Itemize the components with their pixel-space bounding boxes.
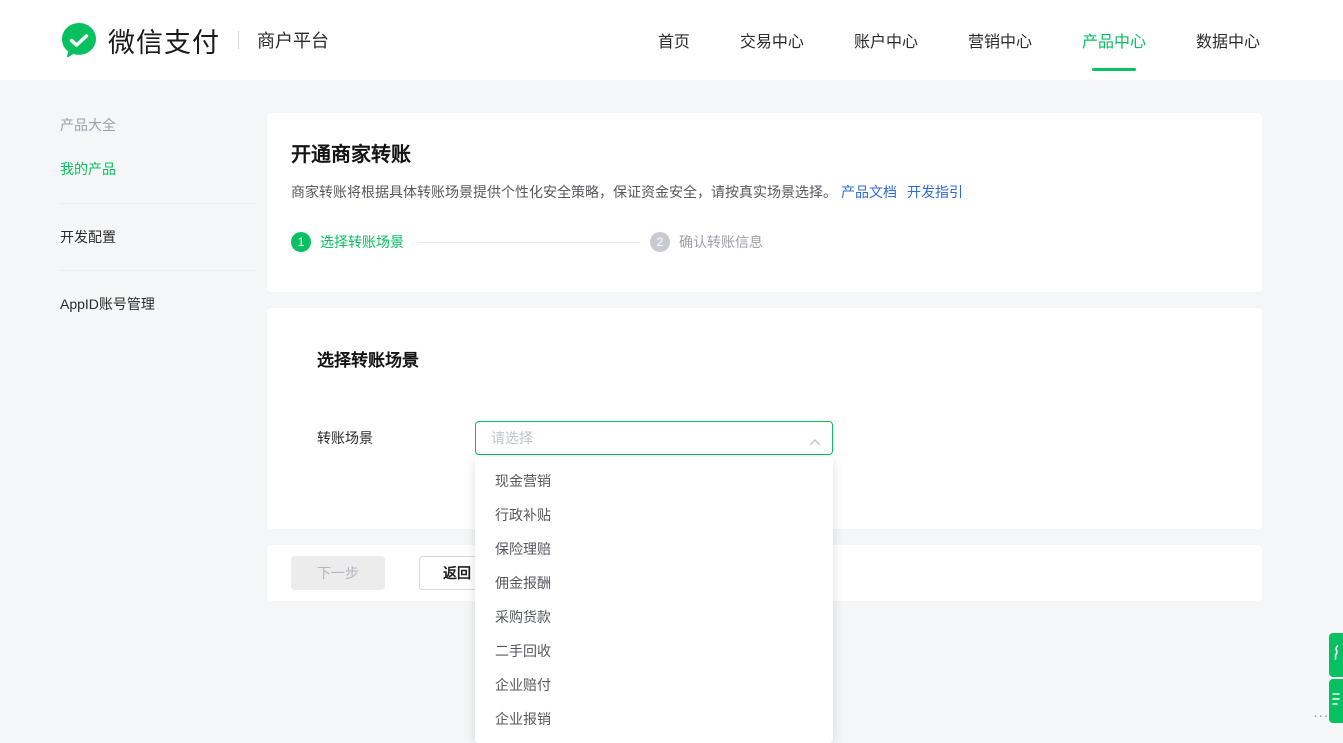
nav-item-data-center[interactable]: 数据中心 <box>1196 0 1260 80</box>
side-widget-top[interactable] <box>1329 633 1343 677</box>
transfer-scene-dropdown: 现金营销 行政补贴 保险理赔 佣金报酬 采购货款 二手回收 企业赔付 企业报销 <box>475 457 833 743</box>
intro-card: 开通商家转账 商家转账将根据具体转账场景提供个性化安全策略，保证资金安全，请按真… <box>267 113 1262 292</box>
nav-item-label: 交易中心 <box>740 28 804 52</box>
intro-description-text: 商家转账将根据具体转账场景提供个性化安全策略，保证资金安全，请按真实场景选择。 <box>291 184 837 200</box>
sidebar: 产品大全 我的产品 开发配置 AppID账号管理 <box>60 113 255 337</box>
sidebar-item-dev-config[interactable]: 开发配置 <box>60 204 255 270</box>
nav-item-marketing-center[interactable]: 营销中心 <box>968 0 1032 80</box>
step-connector <box>418 242 640 243</box>
nav-item-account-center[interactable]: 账户中心 <box>854 0 918 80</box>
nav-item-home[interactable]: 首页 <box>658 0 690 80</box>
main-nav: 首页 交易中心 账户中心 营销中心 产品中心 数据中心 <box>658 0 1260 80</box>
wechat-pay-logo-icon <box>60 21 98 59</box>
step-1-label: 选择转账场景 <box>320 232 404 252</box>
dropdown-option[interactable]: 现金营销 <box>475 464 833 498</box>
form-section-title: 选择转账场景 <box>317 346 1262 371</box>
wechat-pay-logo[interactable]: 微信支付 <box>60 21 220 60</box>
page-title: 开通商家转账 <box>291 140 1230 170</box>
nav-item-label: 账户中心 <box>854 28 918 52</box>
dev-guide-link[interactable]: 开发指引 <box>907 184 963 200</box>
nav-item-product-center[interactable]: 产品中心 <box>1082 0 1146 80</box>
step-2-indicator: 2 <box>650 232 670 252</box>
page-content: 产品大全 我的产品 开发配置 AppID账号管理 开通商家转账 商家转账将根据具… <box>0 80 1343 617</box>
transfer-scene-select-wrap: 请选择 现金营销 行政补贴 保险理赔 佣金报酬 采购货款 二手回收 <box>475 421 833 455</box>
transfer-scene-row: 转账场景 请选择 现金营销 行政补贴 保险理赔 佣 <box>317 421 1262 455</box>
form-card: 选择转账场景 转账场景 请选择 现金营销 行政补贴 <box>267 308 1262 529</box>
nav-item-label: 产品中心 <box>1082 28 1146 52</box>
side-widget-top-icon <box>1331 645 1341 666</box>
logo-wordmark: 微信支付 <box>108 21 220 60</box>
dropdown-option[interactable]: 保险理赔 <box>475 532 833 566</box>
next-step-button[interactable]: 下一步 <box>291 556 385 590</box>
select-placeholder: 请选择 <box>491 428 533 448</box>
side-widget-bottom-icon <box>1331 691 1341 712</box>
app-header: 微信支付 商户平台 首页 交易中心 账户中心 营销中心 产品中心 数据中心 <box>0 0 1343 80</box>
dropdown-option[interactable]: 佣金报酬 <box>475 566 833 600</box>
intro-description: 商家转账将根据具体转账场景提供个性化安全策略，保证资金安全，请按真实场景选择。产… <box>291 182 1230 202</box>
platform-title: 商户平台 <box>257 27 329 53</box>
sidebar-section-label: 产品大全 <box>60 115 255 135</box>
step-1-indicator: 1 <box>291 232 311 252</box>
header-divider <box>238 31 239 49</box>
product-doc-link[interactable]: 产品文档 <box>841 184 897 200</box>
dropdown-option[interactable]: 二手回收 <box>475 634 833 668</box>
dropdown-option[interactable]: 企业报销 <box>475 702 833 736</box>
dropdown-option[interactable]: 企业赔付 <box>475 668 833 702</box>
transfer-scene-select[interactable]: 请选择 <box>475 421 833 455</box>
dropdown-option[interactable]: 采购货款 <box>475 600 833 634</box>
step-2-label: 确认转账信息 <box>679 232 763 252</box>
main-area: 开通商家转账 商家转账将根据具体转账场景提供个性化安全策略，保证资金安全，请按真… <box>267 113 1262 617</box>
side-widget-bottom[interactable] <box>1329 679 1343 723</box>
nav-item-label: 营销中心 <box>968 28 1032 52</box>
nav-item-transaction-center[interactable]: 交易中心 <box>740 0 804 80</box>
nav-item-label: 首页 <box>658 28 690 52</box>
chevron-up-icon <box>809 433 821 451</box>
nav-item-label: 数据中心 <box>1196 28 1260 52</box>
stepper: 1 选择转账场景 2 确认转账信息 <box>291 232 1230 252</box>
sidebar-item-my-products[interactable]: 我的产品 <box>60 159 255 179</box>
dropdown-option[interactable]: 行政补贴 <box>475 498 833 532</box>
corner-ellipsis: ... <box>1313 704 1329 721</box>
sidebar-item-appid-management[interactable]: AppID账号管理 <box>60 271 255 337</box>
transfer-scene-label: 转账场景 <box>317 421 475 455</box>
